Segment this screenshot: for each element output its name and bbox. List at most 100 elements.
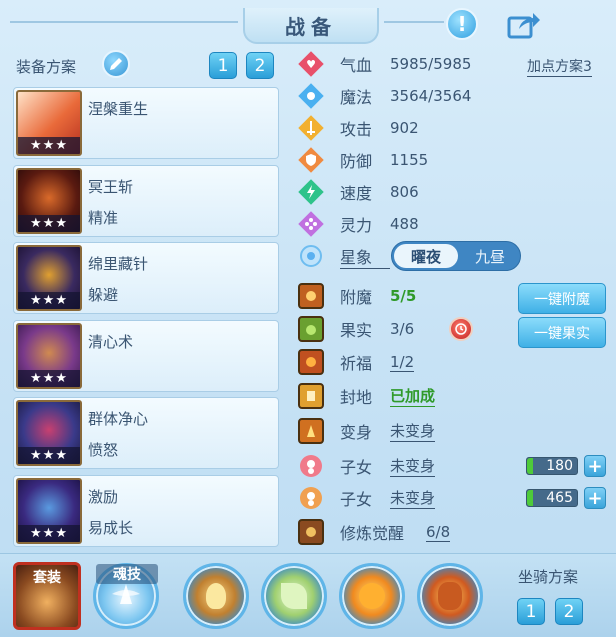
child-icon bbox=[298, 453, 324, 479]
star-option-day[interactable]: 九昼 bbox=[460, 244, 520, 268]
child-2-level-bar: 465 bbox=[526, 489, 578, 507]
page-title: 战备 bbox=[285, 14, 337, 39]
skill-slot-1[interactable] bbox=[183, 563, 249, 629]
child-1-level-bar: 180 bbox=[526, 457, 578, 475]
star-rating: ★★★ bbox=[18, 137, 80, 154]
stat-name: 气血 bbox=[340, 56, 373, 75]
star-rating: ★★★ bbox=[18, 447, 80, 464]
enhance-row-fruit: 果实 3/6 bbox=[298, 315, 414, 343]
stat-value: 488 bbox=[390, 215, 419, 233]
enhance-row-child-1: 子女 未变身 bbox=[298, 452, 436, 480]
stat-value: 3564/3564 bbox=[390, 87, 472, 105]
list-item[interactable]: ★★★ 群体净心 愤怒 bbox=[13, 397, 279, 469]
equipment-name: 绵里藏针 bbox=[88, 255, 149, 273]
enhance-row-cultivation: 修炼觉醒 6/8 bbox=[298, 518, 451, 546]
enhance-row-transform: 变身 未变身 bbox=[298, 417, 436, 445]
skill-slot-4[interactable] bbox=[417, 563, 483, 629]
fruit-icon bbox=[298, 316, 324, 342]
fruit-timer-button[interactable] bbox=[449, 317, 473, 341]
enhance-value[interactable]: 6/8 bbox=[426, 523, 451, 542]
share-button[interactable] bbox=[506, 8, 542, 40]
equipment-attribute: 愤怒 bbox=[88, 441, 119, 459]
blessing-slot bbox=[298, 349, 324, 375]
equipment-list: ★★★ 涅槃重生 ★★★ 冥王斩 精准 ★★★ 绵里藏针 躲避 ★★★ 清心术 bbox=[13, 87, 279, 552]
star-sign-icon bbox=[298, 243, 324, 269]
skill-slot-2[interactable] bbox=[261, 563, 327, 629]
stat-name: 灵力 bbox=[340, 216, 373, 235]
edit-scheme-button[interactable] bbox=[102, 50, 130, 78]
equipment-scheme-2-button[interactable]: 2 bbox=[246, 52, 274, 79]
star-sign-label[interactable]: 星象 bbox=[340, 244, 390, 269]
title-tab: 战备 bbox=[243, 8, 379, 44]
skill-icon: ★★★ bbox=[16, 400, 82, 466]
blessing-icon bbox=[298, 349, 324, 375]
header-divider-right bbox=[384, 21, 444, 23]
level-fill bbox=[527, 490, 533, 506]
equipment-name: 激励 bbox=[88, 487, 119, 506]
enhance-value[interactable]: 未变身 bbox=[390, 487, 436, 509]
skill-icon: ★★★ bbox=[16, 322, 82, 389]
one-click-fruit-button[interactable]: 一键果实 bbox=[518, 317, 606, 348]
mount-scheme-1-button[interactable]: 1 bbox=[517, 598, 545, 625]
equipment-name: 冥王斩 bbox=[88, 177, 134, 196]
heart-icon: ♥ bbox=[298, 51, 324, 77]
suit-button[interactable]: 套装 bbox=[13, 562, 81, 630]
leaf-icon bbox=[281, 583, 307, 609]
enhance-value[interactable]: 未变身 bbox=[390, 420, 436, 442]
stat-value: 806 bbox=[390, 183, 419, 201]
stat-name: 防御 bbox=[340, 152, 373, 171]
pencil-icon bbox=[110, 58, 122, 70]
list-item[interactable]: ★★★ 激励 易成长 bbox=[13, 474, 279, 547]
shield-icon bbox=[298, 147, 324, 173]
list-item[interactable]: ★★★ 绵里藏针 躲避 bbox=[13, 242, 279, 314]
enhance-value: 3/6 bbox=[390, 320, 415, 338]
skill-icon: ★★★ bbox=[16, 90, 82, 156]
enhance-value[interactable]: 已加成 bbox=[390, 385, 436, 407]
stat-name: 攻击 bbox=[340, 120, 373, 139]
svg-text:♥: ♥ bbox=[306, 58, 316, 71]
list-item[interactable]: ★★★ 冥王斩 精准 bbox=[13, 164, 279, 237]
child-icon bbox=[298, 485, 324, 511]
equipment-scheme-1-button[interactable]: 1 bbox=[209, 52, 237, 79]
enhance-value: 5/5 bbox=[390, 287, 417, 305]
stat-name: 速度 bbox=[340, 184, 373, 203]
list-item[interactable]: ★★★ 清心术 bbox=[13, 319, 279, 392]
level-value: 465 bbox=[546, 490, 573, 506]
enhance-row-blessing: 祈福 1/2 bbox=[298, 348, 415, 376]
suit-label: 套装 bbox=[33, 570, 61, 586]
enhance-name: 子女 bbox=[340, 490, 373, 509]
child-1-add-button[interactable]: + bbox=[584, 455, 606, 477]
stat-row-attack: 攻击 902 bbox=[298, 114, 419, 142]
enhance-name: 附魔 bbox=[340, 288, 373, 307]
equipment-scheme-label: 装备方案 bbox=[16, 58, 77, 76]
plus-icon: + bbox=[587, 487, 603, 509]
plus-icon: + bbox=[587, 455, 603, 477]
child-2-add-button[interactable]: + bbox=[584, 487, 606, 509]
cultivation-slot bbox=[298, 519, 324, 545]
skill-slot-3[interactable] bbox=[339, 563, 405, 629]
enhance-name: 祈福 bbox=[340, 354, 373, 373]
share-icon bbox=[507, 13, 540, 39]
stat-value: 1155 bbox=[390, 151, 429, 169]
help-button[interactable]: ! bbox=[446, 8, 478, 40]
star-sign-toggle[interactable]: 曜夜 九昼 bbox=[391, 241, 521, 271]
fief-icon bbox=[298, 383, 324, 409]
mount-scheme-label: 坐骑方案 bbox=[518, 568, 579, 586]
enchant-slot bbox=[298, 283, 324, 309]
equipment-name: 群体净心 bbox=[88, 410, 149, 428]
list-item[interactable]: ★★★ 涅槃重生 bbox=[13, 87, 279, 159]
star-option-night[interactable]: 曜夜 bbox=[394, 244, 458, 268]
cultivation-icon bbox=[298, 519, 324, 545]
equipment-attribute: 易成长 bbox=[88, 518, 134, 537]
equipment-name: 涅槃重生 bbox=[88, 100, 149, 118]
transform-slot bbox=[298, 418, 324, 444]
enhance-value[interactable]: 未变身 bbox=[390, 455, 436, 477]
lightning-icon bbox=[298, 179, 324, 205]
soul-skill-label: 魂技 bbox=[96, 564, 158, 584]
enhance-name: 子女 bbox=[340, 458, 373, 477]
one-click-enchant-button[interactable]: 一键附魔 bbox=[518, 283, 606, 314]
fruit-slot bbox=[298, 316, 324, 342]
mount-scheme-2-button[interactable]: 2 bbox=[555, 598, 583, 625]
enhance-value[interactable]: 1/2 bbox=[390, 353, 415, 372]
point-plan-link[interactable]: 加点方案3 bbox=[527, 56, 592, 77]
